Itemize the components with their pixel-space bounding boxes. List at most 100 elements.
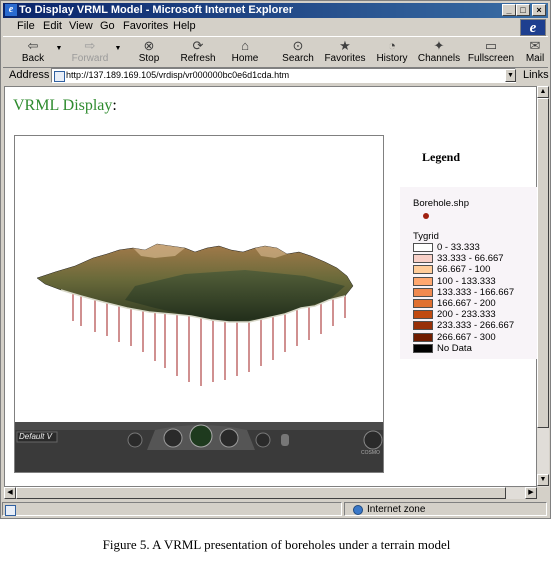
close-button[interactable]: × [532, 4, 546, 16]
legend-class-label: 166.667 - 200 [437, 298, 496, 309]
nav-gravity-button[interactable] [281, 434, 289, 446]
legend-swatch [413, 276, 433, 286]
favorites-button[interactable]: ★ Favorites [321, 38, 369, 64]
nav-walk-button[interactable] [163, 428, 183, 448]
address-dropdown-button[interactable]: ▼ [505, 69, 516, 82]
channels-button[interactable]: ✦ Channels [415, 38, 463, 64]
zone-label: Internet zone [367, 504, 426, 515]
address-url: http://137.189.169.105/vrdisp/vr000000bc… [66, 70, 290, 80]
ie-app-icon: e [5, 4, 17, 16]
legend-class-label: 66.667 - 100 [437, 264, 491, 276]
back-arrow-icon: ⇦ [27, 38, 39, 53]
menu-bar: File Edit View Go Favorites Help [3, 20, 513, 34]
scroll-right-button[interactable]: ▶ [525, 487, 537, 499]
mail-icon: ✉ [529, 38, 541, 53]
links-button[interactable]: Links [523, 69, 549, 81]
legend-swatch [413, 343, 433, 353]
menu-view[interactable]: View [69, 20, 93, 32]
legend-class-label: 0 - 33.333 [437, 242, 480, 253]
cosmo-brand: COSMO [361, 450, 380, 456]
stop-icon: ⊗ [143, 38, 155, 53]
favorites-icon: ★ [339, 38, 351, 53]
nav-tilt-button[interactable] [127, 432, 143, 448]
home-button[interactable]: ⌂ Home [225, 38, 265, 64]
forward-dropdown-button[interactable]: ▼ [114, 45, 122, 52]
menu-go[interactable]: Go [100, 20, 115, 32]
terrain-scene[interactable] [15, 136, 383, 422]
horizontal-scroll-thumb[interactable] [16, 487, 506, 499]
figure-caption: Figure 5. A VRML presentation of borehol… [102, 537, 451, 552]
maximize-button[interactable]: □ [516, 4, 530, 16]
nav-seek-button[interactable] [255, 432, 271, 448]
menu-file[interactable]: File [17, 20, 35, 32]
menu-help[interactable]: Help [173, 20, 196, 32]
title-bar[interactable]: e To Display VRML Model - Microsoft Inte… [3, 3, 548, 18]
menu-favorites[interactable]: Favorites [123, 20, 168, 32]
back-dropdown-button[interactable]: ▼ [55, 45, 63, 52]
address-bar: Address http://137.189.169.105/vrdisp/vr… [3, 68, 549, 84]
legend-layer-borehole: Borehole.shp [413, 198, 469, 209]
zone-pane: Internet zone [344, 502, 547, 516]
nav-examine-button[interactable] [219, 428, 239, 448]
legend-title: Legend [422, 150, 461, 164]
legend-class-label: 33.333 - 66.667 [437, 253, 504, 265]
status-bar: Internet zone [2, 502, 549, 517]
back-button[interactable]: ⇦ Back [13, 38, 53, 64]
forward-button[interactable]: ⇨ Forward [67, 38, 113, 64]
internet-globe-icon [353, 505, 363, 515]
page-content: VRML Display: Default V COSMO Legend Bor… [4, 86, 538, 487]
menu-edit[interactable]: Edit [43, 20, 62, 32]
ie-logo: e [520, 19, 546, 36]
search-icon: ⊙ [292, 38, 304, 53]
legend-swatch [413, 299, 433, 308]
legend-class-label: 266.667 - 300 [437, 331, 496, 343]
search-button[interactable]: ⊙ Search [277, 38, 319, 64]
viewpoint-selector[interactable]: Default V [19, 432, 52, 441]
legend-swatch [413, 287, 433, 297]
scroll-up-button[interactable]: ▲ [537, 86, 549, 98]
vertical-scrollbar[interactable]: ▲ ▼ [537, 86, 549, 487]
legend-swatch [413, 321, 433, 331]
vrml-viewer[interactable]: Default V COSMO [14, 135, 384, 473]
vrml-nav-bar: Default V COSMO [15, 422, 383, 472]
refresh-button[interactable]: ⟳ Refresh [175, 38, 221, 64]
page-title: VRML Display: [13, 97, 117, 114]
page-status-icon [5, 505, 16, 516]
scroll-left-button[interactable]: ◀ [4, 487, 16, 499]
legend-layer-tygrid: Tygrid [413, 231, 439, 242]
borehole-symbol-icon [423, 213, 429, 219]
legend-swatch [413, 243, 433, 252]
window-title: To Display VRML Model - Microsoft Intern… [19, 4, 294, 16]
page-icon [54, 71, 65, 82]
channels-icon: ✦ [433, 38, 445, 53]
horizontal-scrollbar[interactable]: ◀ ▶ [4, 487, 537, 499]
fullscreen-icon: ▭ [484, 38, 498, 53]
legend-class-label: No Data [437, 342, 472, 354]
legend-swatch [413, 332, 433, 342]
cosmo-logo-icon [363, 430, 383, 450]
history-icon: ◔ [388, 38, 396, 53]
fullscreen-button[interactable]: ▭ Fullscreen [465, 38, 517, 64]
refresh-icon: ⟳ [192, 38, 204, 53]
legend-swatch [413, 254, 433, 264]
legend-class-label: 233.333 - 266.667 [437, 320, 515, 332]
mail-button[interactable]: ✉ Mail [521, 38, 549, 64]
home-icon: ⌂ [241, 38, 249, 53]
minimize-button[interactable]: _ [502, 4, 516, 16]
legend-class-label: 133.333 - 166.667 [437, 286, 515, 298]
vertical-scroll-thumb[interactable] [537, 98, 549, 428]
forward-arrow-icon: ⇨ [84, 38, 96, 53]
nav-fly-button[interactable] [189, 424, 213, 448]
legend-swatch [413, 310, 433, 320]
legend-class-label: 200 - 233.333 [437, 309, 496, 321]
stop-button[interactable]: ⊗ Stop [129, 38, 169, 64]
legend-panel: Borehole.shp Tygrid 0 - 33.333 33.333 - 6… [400, 187, 538, 359]
scroll-down-button[interactable]: ▼ [537, 474, 549, 486]
status-text-pane [2, 502, 342, 516]
legend-swatch [413, 265, 433, 275]
history-button[interactable]: ◔ History [371, 38, 413, 64]
legend-class-label: 100 - 133.333 [437, 275, 496, 287]
address-input[interactable]: http://137.189.169.105/vrdisp/vr000000bc… [51, 68, 516, 83]
address-label: Address [9, 69, 50, 81]
standard-toolbar: ⇦ Back ▼ ⇨ Forward ▼ ⊗ Stop ⟳ Refresh ⌂ … [3, 36, 548, 68]
